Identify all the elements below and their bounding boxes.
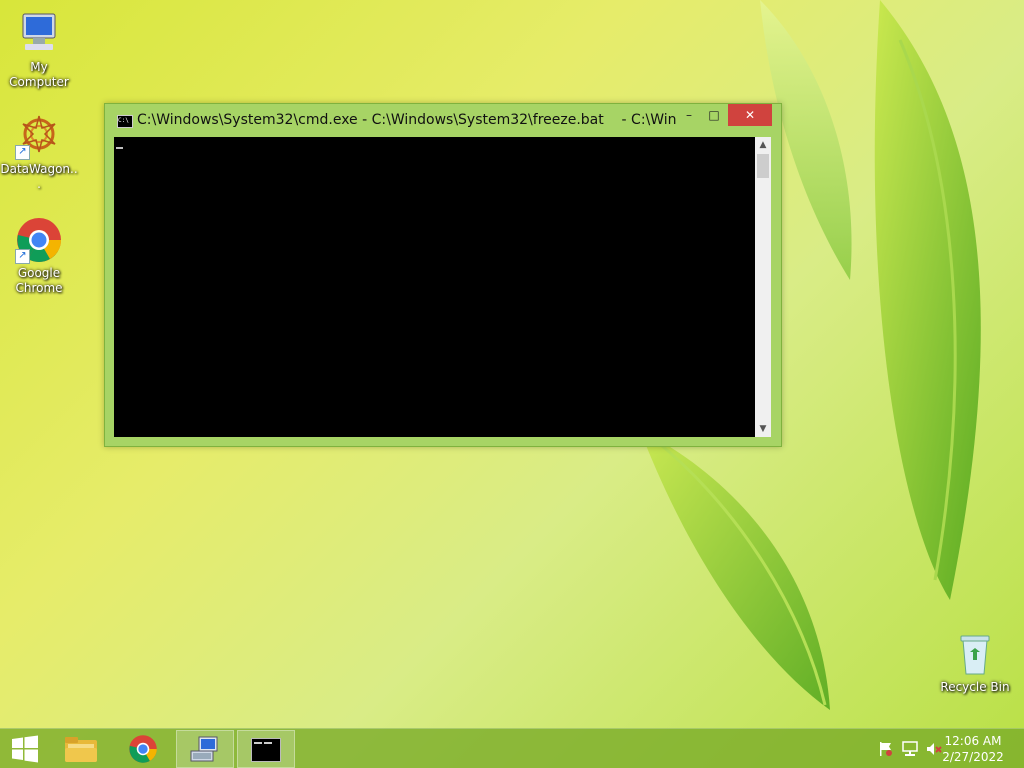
minimize-button[interactable]: –: [677, 104, 701, 126]
network-computer-icon: [190, 736, 218, 762]
desktop: My Computer ↗ DataWagon... ↗ Google Chro…: [0, 0, 1024, 768]
taskbar: 12:06 AM 2/27/2022: [0, 728, 1024, 768]
desktop-icon-label: Recycle Bin: [940, 680, 1010, 694]
vertical-scrollbar[interactable]: ▲ ▼: [755, 137, 771, 437]
cmd-window[interactable]: C:\ C:\Windows\System32\cmd.exe - C:\Win…: [104, 103, 782, 447]
desktop-icon-google-chrome[interactable]: ↗ Google Chrome: [0, 216, 78, 296]
cmd-icon: C:\: [117, 115, 133, 128]
flag-icon[interactable]: [878, 741, 894, 757]
system-tray: 12:06 AM 2/27/2022: [864, 729, 1024, 768]
window-titlebar[interactable]: C:\ C:\Windows\System32\cmd.exe - C:\Win…: [105, 104, 781, 136]
taskbar-chrome-button[interactable]: [114, 730, 172, 768]
maximize-button[interactable]: □: [702, 104, 726, 126]
folder-icon: [65, 737, 97, 762]
shortcut-arrow-icon: ↗: [15, 249, 30, 264]
window-title: C:\Windows\System32\cmd.exe - C:\Windows…: [137, 112, 677, 128]
scroll-thumb[interactable]: [757, 154, 769, 178]
desktop-icon-label: My Computer: [9, 60, 69, 89]
start-button[interactable]: [0, 730, 50, 768]
clock-date[interactable]: 2/27/2022: [938, 750, 1008, 764]
console-output[interactable]: [114, 137, 755, 437]
taskbar-network-button[interactable]: [176, 730, 234, 768]
chrome-icon: [129, 735, 157, 763]
close-button[interactable]: ✕: [728, 104, 772, 126]
taskbar-cmd-button[interactable]: [237, 730, 295, 768]
text-cursor: [116, 147, 123, 149]
scroll-down-button[interactable]: ▼: [755, 421, 771, 437]
desktop-icon-datawagon[interactable]: ↗ DataWagon...: [0, 112, 78, 192]
scroll-up-button[interactable]: ▲: [755, 137, 771, 153]
windows-logo-icon: [12, 735, 38, 763]
clock-time[interactable]: 12:06 AM: [938, 734, 1008, 748]
recycle-bin-icon: [951, 630, 999, 678]
desktop-icon-recycle-bin[interactable]: Recycle Bin: [936, 630, 1014, 695]
cmd-icon: [251, 738, 281, 762]
computer-icon: [15, 10, 63, 58]
desktop-icon-my-computer[interactable]: My Computer: [0, 10, 78, 90]
network-icon[interactable]: [902, 741, 918, 757]
chrome-icon: ↗: [15, 216, 63, 264]
shortcut-arrow-icon: ↗: [15, 145, 30, 160]
datawagon-icon: ↗: [15, 112, 63, 160]
desktop-icon-label: Google Chrome: [15, 266, 63, 295]
taskbar-file-explorer-button[interactable]: [52, 730, 110, 768]
desktop-icon-label: DataWagon...: [0, 162, 78, 191]
